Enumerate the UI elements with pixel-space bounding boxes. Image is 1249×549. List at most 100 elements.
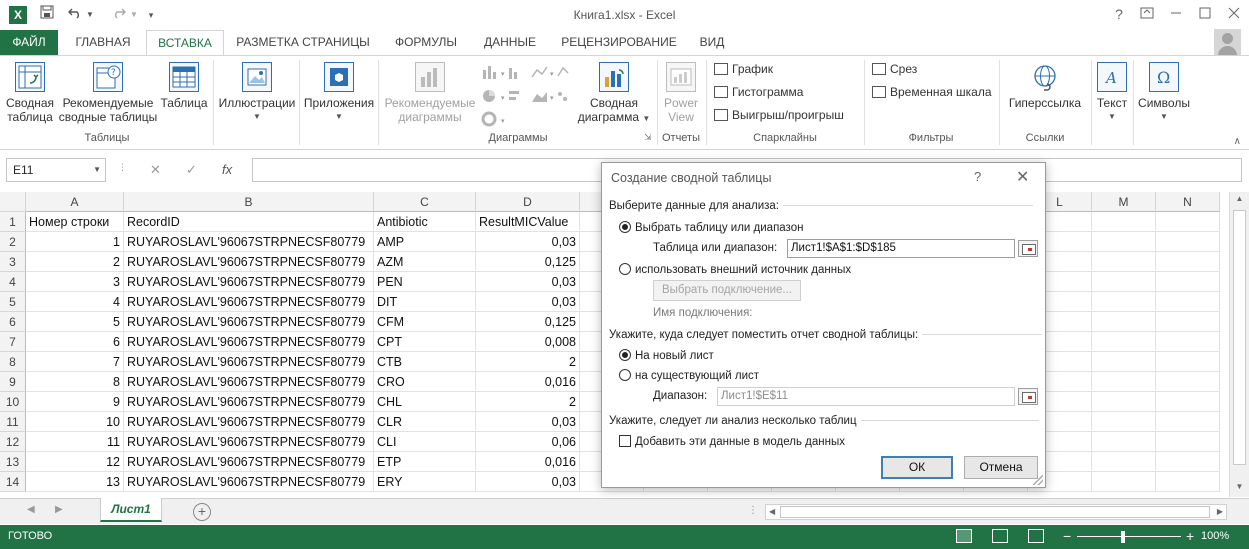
empty-cell[interactable] [1156,332,1220,352]
zoom-slider[interactable] [1077,536,1181,537]
confirm-entry-icon[interactable]: ✓ [186,162,197,178]
line-chart-icon[interactable]: ▾ [530,64,574,83]
scroll-right-icon[interactable]: ▶ [1217,505,1223,519]
ribbon-display-options-icon[interactable] [1133,3,1161,25]
data-cell[interactable]: RUYAROSLAVL'96067STRPNECSF80779 [124,372,374,392]
add-sheet-icon[interactable]: + [193,503,211,521]
scroll-down-icon[interactable]: ▼ [1230,482,1249,491]
empty-cell[interactable] [1092,252,1156,272]
tab-review[interactable]: РЕЦЕНЗИРОВАНИЕ [553,30,685,56]
empty-cell[interactable] [1092,392,1156,412]
insert-function-icon[interactable]: fx [222,162,232,177]
page-break-view-icon[interactable] [1028,529,1044,543]
data-cell[interactable]: CPT [374,332,476,352]
horizontal-scrollbar[interactable]: ◀ ▶ [765,504,1227,520]
data-cell[interactable]: 1 [26,232,124,252]
empty-cell[interactable] [1092,232,1156,252]
header-cell[interactable]: ResultMICValue [476,212,580,232]
data-cell[interactable]: 12 [26,452,124,472]
apps-button[interactable]: Приложения ▼ [302,62,376,124]
empty-cell[interactable] [1092,412,1156,432]
empty-cell[interactable] [1156,352,1220,372]
empty-cell[interactable] [1092,352,1156,372]
row-header[interactable]: 11 [0,412,26,432]
data-cell[interactable]: AMP [374,232,476,252]
other-chart-icon[interactable]: ▾ [481,111,521,130]
empty-cell[interactable] [1156,472,1220,492]
choose-connection-button[interactable]: Выбрать подключение... [653,280,801,301]
data-cell[interactable]: ETP [374,452,476,472]
data-cell[interactable]: 0,125 [476,252,580,272]
data-cell[interactable]: 0,008 [476,332,580,352]
data-cell[interactable]: 0,03 [476,292,580,312]
empty-cell[interactable] [1092,452,1156,472]
ok-button[interactable]: ОК [881,456,953,479]
vertical-scrollbar[interactable]: ▲ ▼ [1229,192,1249,497]
radio-existing-sheet[interactable] [619,369,631,381]
row-header[interactable]: 12 [0,432,26,452]
range-input[interactable]: Лист1!$A$1:$D$185 [787,239,1015,258]
cancel-button[interactable]: Отмена [964,456,1038,479]
option-new-sheet[interactable]: На новый лист [619,349,714,362]
user-avatar[interactable] [1214,29,1241,56]
row-header[interactable]: 9 [0,372,26,392]
collapse-ribbon-icon[interactable]: ∧ [1234,136,1241,147]
next-sheet-icon[interactable]: ▶ [55,504,63,515]
data-cell[interactable]: 0,125 [476,312,580,332]
data-cell[interactable]: CLI [374,432,476,452]
data-cell[interactable]: 13 [26,472,124,492]
recommended-pivot-button[interactable]: ? Рекомендуемые сводные таблицы [58,62,158,124]
column-header[interactable]: D [476,192,580,212]
sparkline-column-button[interactable]: Гистограмма [714,82,803,102]
name-box[interactable]: E11 ▼ [6,158,106,182]
page-layout-view-icon[interactable] [992,529,1008,543]
empty-cell[interactable] [1156,232,1220,252]
data-cell[interactable]: 4 [26,292,124,312]
column-chart-icon[interactable]: ▾ [481,64,521,83]
empty-cell[interactable] [1156,212,1220,232]
tab-home[interactable]: ГЛАВНАЯ [66,30,140,56]
data-cell[interactable]: RUYAROSLAVL'96067STRPNECSF80779 [124,452,374,472]
minimize-icon[interactable] [1162,3,1190,25]
empty-cell[interactable] [1156,292,1220,312]
tab-view[interactable]: ВИД [690,30,734,56]
help-icon[interactable]: ? [1105,3,1133,25]
horizontal-scroll-thumb[interactable] [780,506,1210,518]
symbols-button[interactable]: Ω Символы ▼ [1136,62,1192,124]
area-chart-icon[interactable]: ▾ [530,88,574,107]
data-cell[interactable]: 5 [26,312,124,332]
empty-cell[interactable] [1156,252,1220,272]
empty-cell[interactable] [1092,312,1156,332]
empty-cell[interactable] [1092,212,1156,232]
row-header[interactable]: 6 [0,312,26,332]
data-cell[interactable]: 0,03 [476,232,580,252]
empty-cell[interactable] [1156,272,1220,292]
data-cell[interactable]: RUYAROSLAVL'96067STRPNECSF80779 [124,332,374,352]
data-cell[interactable]: 10 [26,412,124,432]
data-cell[interactable]: RUYAROSLAVL'96067STRPNECSF80779 [124,352,374,372]
resize-grip-icon[interactable] [1033,475,1043,485]
pie-chart-icon[interactable]: ▾ [481,88,521,107]
row-header[interactable]: 13 [0,452,26,472]
empty-cell[interactable] [1156,312,1220,332]
data-cell[interactable]: PEN [374,272,476,292]
data-cell[interactable]: 0,016 [476,372,580,392]
maximize-icon[interactable] [1191,3,1219,25]
scroll-up-icon[interactable]: ▲ [1230,194,1249,203]
sheet-tab[interactable]: Лист1 [100,498,162,522]
header-cell[interactable]: RecordID [124,212,374,232]
option-external-source[interactable]: использовать внешний источник данных [619,263,851,276]
select-all-corner[interactable] [0,192,26,212]
data-cell[interactable]: RUYAROSLAVL'96067STRPNECSF80779 [124,432,374,452]
data-cell[interactable]: 2 [26,252,124,272]
data-cell[interactable]: RUYAROSLAVL'96067STRPNECSF80779 [124,292,374,312]
data-cell[interactable]: RUYAROSLAVL'96067STRPNECSF80779 [124,472,374,492]
data-cell[interactable]: ERY [374,472,476,492]
text-button[interactable]: A Текст ▼ [1094,62,1130,124]
zoom-out-icon[interactable]: − [1063,528,1071,544]
tab-data[interactable]: ДАННЫЕ [474,30,546,56]
data-cell[interactable]: RUYAROSLAVL'96067STRPNECSF80779 [124,232,374,252]
illustrations-button[interactable]: Иллюстрации ▼ [216,62,298,124]
zoom-in-icon[interactable]: + [1186,528,1194,544]
radio-select-range[interactable] [619,221,631,233]
